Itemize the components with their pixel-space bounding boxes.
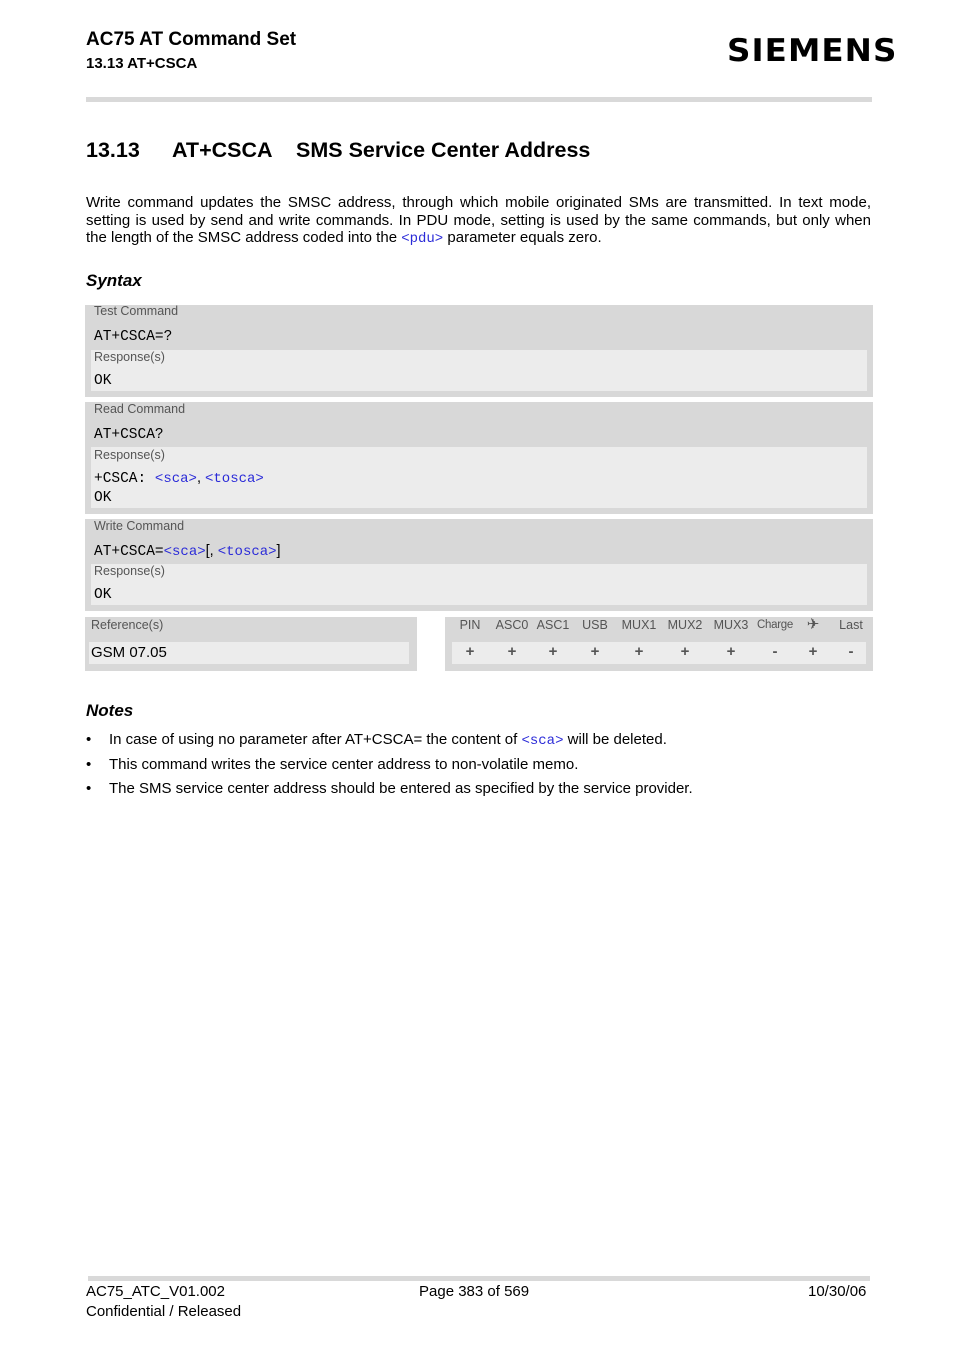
col-header-charge: Charge	[757, 619, 793, 631]
value-last: -	[848, 643, 854, 660]
section-reference: 13.13 AT+CSCA	[86, 55, 198, 72]
value-mux1: +	[634, 643, 644, 660]
bullet: •	[86, 780, 92, 797]
write-sca-param-link[interactable]: <sca>	[164, 544, 206, 560]
note-item: • In case of using no parameter after AT…	[86, 731, 876, 756]
read-response-line: +CSCA: <sca>, <tosca>	[94, 470, 264, 487]
intro-paragraph: Write command updates the SMSC address, …	[86, 194, 871, 249]
bullet: •	[86, 731, 92, 748]
tosca-param-link[interactable]: <tosca>	[205, 471, 264, 487]
value-mux2: +	[680, 643, 690, 660]
value-airplane: +	[808, 643, 818, 660]
test-response-label: Response(s)	[94, 350, 165, 364]
write-optional-close: ]	[276, 543, 281, 559]
write-response-label: Response(s)	[94, 564, 165, 578]
section-heading: 13.13 AT+CSCA SMS Service Center Address	[86, 138, 590, 163]
footer-date: 10/30/06	[808, 1283, 867, 1300]
note-item: • The SMS service center address should …	[86, 780, 876, 805]
write-command-prefix: AT+CSCA=	[94, 544, 164, 560]
read-response-area: Response(s) +CSCA: <sca>, <tosca> OK	[91, 447, 867, 508]
syntax-heading: Syntax	[86, 271, 142, 290]
value-usb: +	[590, 643, 600, 660]
section-title: SMS Service Center Address	[296, 138, 591, 162]
value-charge: -	[772, 643, 778, 660]
notes-heading: Notes	[86, 701, 134, 720]
footer-page-number: Page 383 of 569	[419, 1283, 530, 1300]
reference-block: Reference(s) GSM 07.05	[85, 617, 417, 671]
airplane-mode-icon: ✈	[806, 616, 820, 633]
availability-headers: PIN ASC0 ASC1 USB MUX1 MUX2 MUX3 Charge …	[445, 616, 873, 639]
note-sca-param-link[interactable]: <sca>	[521, 733, 563, 749]
col-header-asc1: ASC1	[536, 618, 570, 632]
sca-param-link[interactable]: <sca>	[155, 471, 197, 487]
footer-status: Confidential / Released	[86, 1303, 242, 1320]
write-command-label: Write Command	[94, 519, 185, 533]
reference-value: GSM 07.05	[89, 642, 409, 664]
reference-label: Reference(s)	[91, 618, 164, 632]
document-title: AC75 AT Command Set	[86, 29, 297, 50]
value-asc1: +	[548, 643, 558, 660]
header-divider	[86, 97, 872, 102]
note-text: This command writes the service center a…	[109, 755, 579, 773]
note-text-end: will be deleted.	[563, 731, 667, 748]
read-response-ok: OK	[94, 490, 112, 506]
write-response: OK	[94, 587, 112, 603]
write-tosca-param-link[interactable]: <tosca>	[218, 544, 277, 560]
test-command-label: Test Command	[94, 304, 179, 318]
col-header-last: Last	[839, 618, 863, 632]
read-command-block: Read Command AT+CSCA? Response(s) +CSCA:…	[85, 402, 873, 514]
col-header-mux1: MUX1	[621, 618, 657, 632]
siemens-logo: SIEMENS	[727, 33, 898, 69]
test-command: AT+CSCA=?	[94, 329, 173, 345]
bullet: •	[86, 755, 92, 773]
section-number: 13.13	[86, 138, 140, 162]
value-pin: +	[465, 643, 475, 660]
col-header-usb: USB	[582, 618, 608, 632]
test-response: OK	[94, 373, 112, 389]
read-command: AT+CSCA?	[94, 427, 164, 443]
test-command-block: Test Command AT+CSCA=? Response(s) OK	[85, 304, 873, 397]
value-asc0: +	[507, 643, 517, 660]
col-header-asc0: ASC0	[495, 618, 529, 632]
test-response-area: Response(s) OK	[91, 350, 867, 391]
note-text: In case of using no parameter after AT+C…	[109, 731, 522, 748]
availability-table: PIN ASC0 ASC1 USB MUX1 MUX2 MUX3 Charge …	[445, 616, 873, 671]
write-command-block: Write Command AT+CSCA=<sca>[, <tosca>] R…	[85, 519, 873, 611]
write-response-area: Response(s) OK	[91, 564, 867, 605]
availability-values: + + + + + + + - + -	[452, 642, 866, 664]
read-response-sep: ,	[196, 470, 205, 486]
intro-text-end: parameter equals zero.	[443, 229, 602, 247]
read-command-label: Read Command	[94, 402, 186, 416]
value-mux3: +	[726, 643, 736, 660]
footer-doc-id: AC75_ATC_V01.002	[86, 1283, 225, 1300]
notes-list: • In case of using no parameter after AT…	[86, 731, 876, 805]
read-response-label: Response(s)	[94, 448, 165, 462]
section-command: AT+CSCA	[172, 138, 273, 162]
footer-divider	[88, 1276, 870, 1281]
col-header-mux3: MUX3	[713, 618, 749, 632]
read-response-prefix: +CSCA:	[94, 471, 155, 487]
col-header-mux2: MUX2	[667, 618, 703, 632]
note-item: • This command writes the service center…	[86, 756, 876, 781]
pdu-param-link[interactable]: <pdu>	[401, 231, 443, 247]
write-optional-open: [,	[205, 543, 218, 559]
col-header-pin: PIN	[459, 618, 481, 632]
note-text: The SMS service center address should be…	[109, 780, 693, 797]
write-command-line: AT+CSCA=<sca>[, <tosca>]	[94, 543, 281, 560]
